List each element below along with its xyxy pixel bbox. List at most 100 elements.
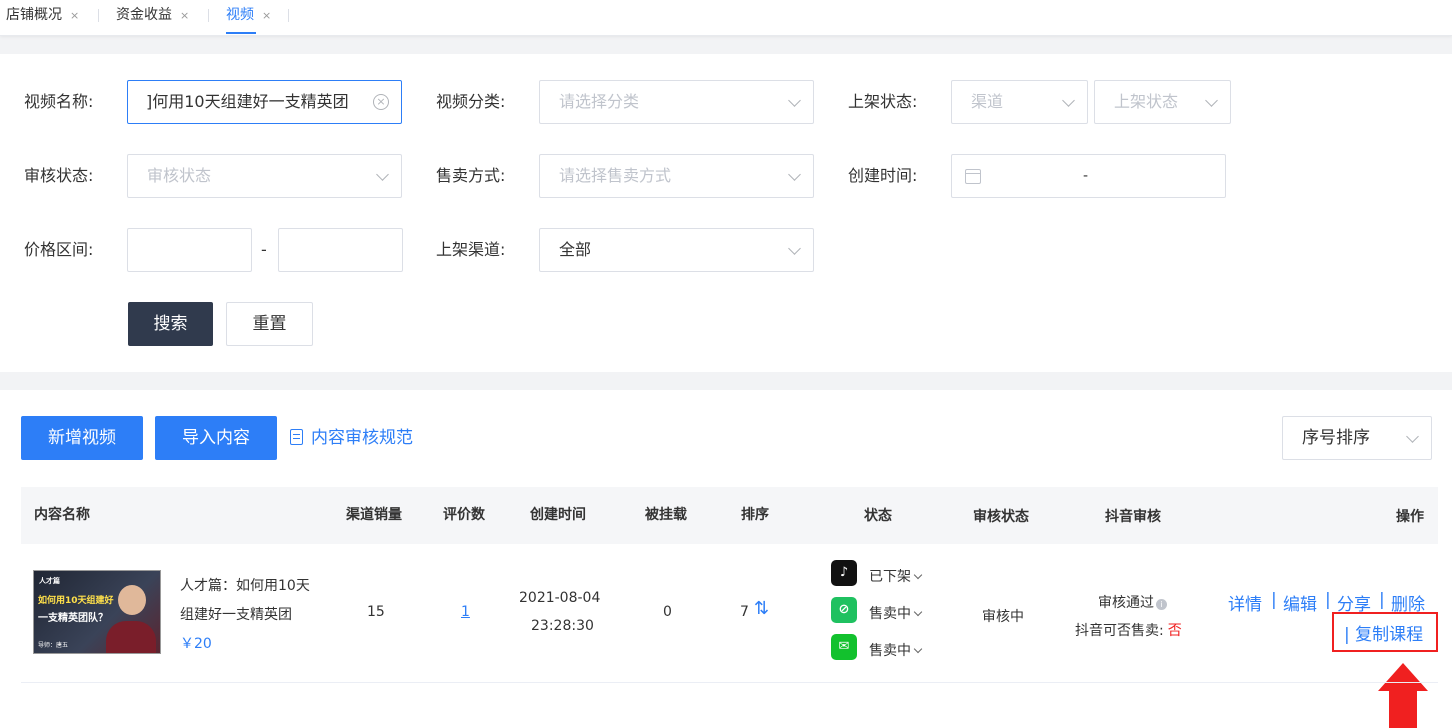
detail-link[interactable]: 详情 — [1228, 590, 1262, 615]
mounted-count: 0 — [663, 604, 672, 620]
info-icon[interactable]: i — [1156, 599, 1167, 610]
close-icon[interactable]: × — [180, 9, 189, 22]
sale-method-label: 售卖方式: — [436, 166, 506, 185]
video-name-input[interactable]: ]何用10天组建好一支精英团 × — [127, 80, 402, 124]
video-name-value: ]何用10天组建好一支精英团 — [146, 92, 349, 111]
status-text: 售卖中 — [869, 643, 911, 659]
sort-arrows-icon[interactable]: ⇅ — [754, 598, 769, 619]
price-range-separator: - — [261, 240, 267, 259]
listing-status-label: 上架状态: — [848, 92, 918, 111]
action-separator: | — [1271, 590, 1277, 610]
chevron-down-icon — [788, 168, 801, 181]
status-dropdown[interactable]: 售卖中 — [869, 640, 923, 660]
date-range-picker[interactable]: - — [951, 154, 1226, 198]
review-status-select[interactable]: 审核状态 — [127, 154, 402, 198]
tab-video[interactable]: 视频 × — [226, 0, 271, 36]
price-min-input[interactable] — [127, 228, 252, 272]
document-icon — [290, 429, 303, 445]
close-icon[interactable]: × — [70, 9, 79, 22]
clear-icon[interactable]: × — [373, 94, 389, 110]
tab-bar: 店铺概况 × 资金收益 × 视频 × — [0, 0, 1452, 36]
created-time-label: 创建时间: — [848, 166, 918, 185]
sale-method-placeholder: 请选择售卖方式 — [559, 166, 672, 185]
chevron-down-icon — [1406, 430, 1419, 443]
channel-placeholder: 渠道 — [971, 92, 1004, 111]
channel-select[interactable]: 渠道 — [951, 80, 1088, 124]
column-header: 状态 — [864, 508, 892, 524]
add-video-button[interactable]: 新增视频 — [21, 416, 143, 460]
video-thumbnail[interactable]: 人才篇 如何用10天组建好 一支精英团队？ 导师：唐五 — [33, 570, 161, 654]
miniprogram-icon: ⊘ — [831, 597, 857, 623]
tab-fund-income[interactable]: 资金收益 × — [116, 0, 189, 36]
sale-method-select[interactable]: 请选择售卖方式 — [539, 154, 814, 198]
listing-channel-label: 上架渠道: — [436, 240, 506, 259]
review-rules-link[interactable]: 内容审核规范 — [290, 416, 413, 460]
action-separator: | — [1325, 590, 1331, 610]
highlight-arrow-head — [1378, 663, 1428, 691]
column-header: 排序 — [741, 507, 769, 523]
thumb-text: 如何用10天组建好 — [38, 596, 114, 606]
tab-divider — [98, 9, 99, 22]
douyin-review-status: 审核通过 i — [1098, 592, 1167, 612]
chevron-down-icon — [913, 607, 923, 617]
chevron-down-icon — [1205, 94, 1218, 107]
sort-value: 序号排序 — [1302, 428, 1370, 448]
tab-divider — [208, 9, 209, 22]
column-header: 渠道销量 — [346, 507, 402, 523]
highlight-box — [1332, 612, 1438, 652]
douyin-sellable-label: 抖音可否售卖: — [1075, 623, 1164, 639]
date-range-separator: - — [1083, 168, 1089, 184]
tab-label: 视频 — [226, 7, 254, 23]
content-title-line: 组建好一支精英团 — [180, 607, 292, 623]
listing-channel-select[interactable]: 全部 — [539, 228, 814, 272]
created-date: 2021-08-04 — [519, 590, 601, 606]
import-content-button[interactable]: 导入内容 — [155, 416, 277, 460]
row-divider — [21, 682, 1438, 683]
tab-store-overview[interactable]: 店铺概况 × — [6, 0, 79, 36]
edit-link[interactable]: 编辑 — [1283, 590, 1317, 615]
review-status-placeholder: 审核状态 — [147, 166, 212, 185]
review-rules-label: 内容审核规范 — [311, 428, 413, 448]
calendar-icon — [965, 169, 981, 184]
chevron-down-icon — [376, 168, 389, 181]
column-header: 操作 — [1396, 509, 1424, 525]
chevron-down-icon — [788, 94, 801, 107]
tab-divider — [288, 9, 289, 22]
review-count-link[interactable]: 1 — [461, 604, 470, 620]
review-status: 审核中 — [982, 609, 1024, 625]
review-status-label: 审核状态: — [24, 166, 94, 185]
action-separator: | — [1379, 590, 1385, 610]
created-time: 23:28:30 — [531, 618, 594, 634]
status-dropdown[interactable]: 已下架 — [869, 566, 923, 586]
column-header: 抖音审核 — [1105, 509, 1161, 525]
table-header: 内容名称 渠道销量 评价数 创建时间 被挂载 排序 状态 审核状态 抖音审核 操… — [21, 487, 1438, 544]
search-button[interactable]: 搜索 — [128, 302, 213, 346]
listing-channel-value: 全部 — [559, 240, 592, 259]
video-category-select[interactable]: 请选择分类 — [539, 80, 814, 124]
tab-label: 资金收益 — [116, 7, 172, 23]
reset-button[interactable]: 重置 — [226, 302, 313, 346]
content-price: ￥20 — [180, 636, 212, 652]
thumb-text: 导师：唐五 — [38, 642, 69, 649]
tab-label: 店铺概况 — [6, 7, 62, 23]
close-icon[interactable]: × — [262, 9, 271, 22]
price-max-input[interactable] — [278, 228, 403, 272]
active-tab-underline — [226, 32, 256, 34]
sort-number: 7 — [740, 604, 749, 620]
presenter-suit — [106, 621, 156, 653]
status-dropdown[interactable]: 售卖中 — [869, 603, 923, 623]
channel-sales: 15 — [367, 604, 385, 620]
thumb-text: 一支精英团队？ — [38, 613, 108, 624]
column-header: 审核状态 — [973, 509, 1029, 525]
douyin-icon: ♪ — [831, 560, 857, 586]
video-category-placeholder: 请选择分类 — [559, 92, 640, 111]
sort-select[interactable]: 序号排序 — [1282, 416, 1432, 460]
price-range-label: 价格区间: — [24, 240, 94, 259]
filter-panel: 视频名称: ]何用10天组建好一支精英团 × 视频分类: 请选择分类 上架状态:… — [0, 54, 1452, 372]
content-list-panel: 新增视频 导入内容 内容审核规范 序号排序 内容名称 渠道销量 评价数 创建时间… — [0, 390, 1452, 728]
chevron-down-icon — [913, 570, 923, 580]
status-text: 已下架 — [869, 569, 911, 585]
video-category-label: 视频分类: — [436, 92, 506, 111]
listing-status-select[interactable]: 上架状态 — [1094, 80, 1231, 124]
column-header: 内容名称 — [34, 507, 90, 523]
